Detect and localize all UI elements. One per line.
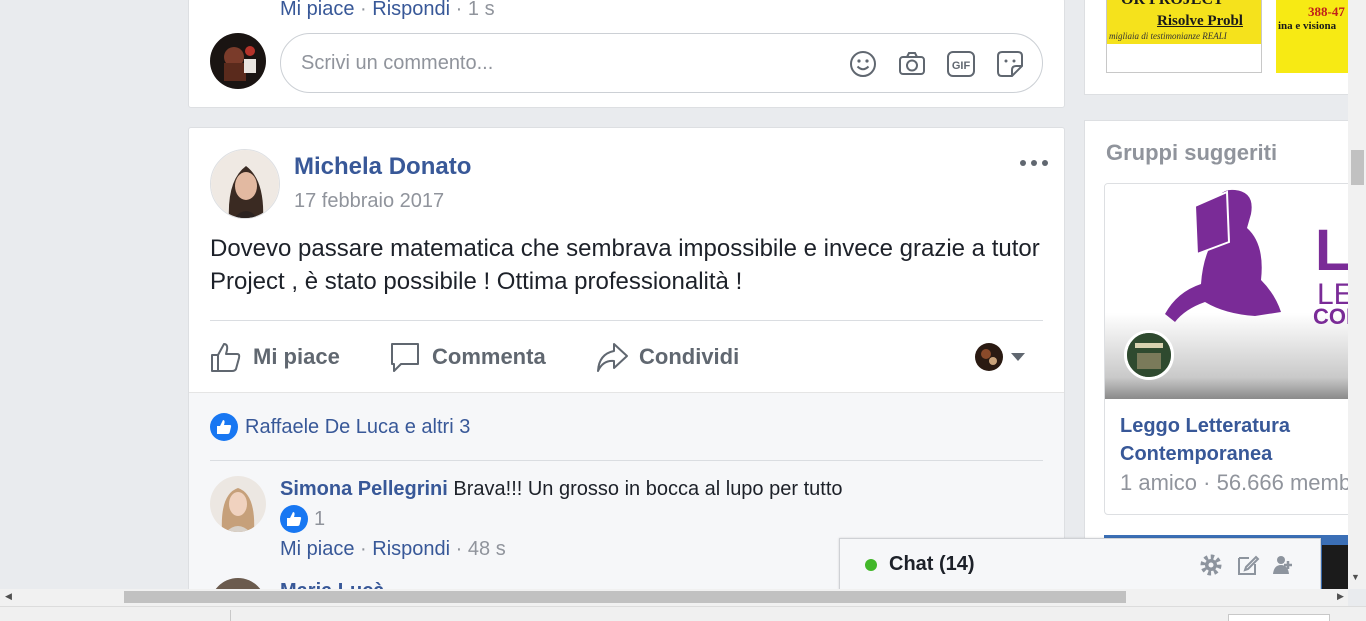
status-bar xyxy=(0,606,1366,621)
group-meta: 1 amico · 56.666 membri xyxy=(1120,470,1350,495)
comment-button[interactable]: Commenta xyxy=(388,338,546,376)
current-user-avatar[interactable] xyxy=(210,33,266,89)
create-group-icon[interactable] xyxy=(1271,552,1297,578)
compose-message-icon[interactable] xyxy=(1235,552,1261,578)
previous-comment-time[interactable]: 1 s xyxy=(468,0,495,20)
status-bar-field xyxy=(1228,614,1330,621)
comment-actions: Mi piace · Rispondi · 48 s xyxy=(280,538,506,561)
previous-comment-like-link[interactable]: Mi piace xyxy=(280,0,354,20)
ad-text: Risolve Probl xyxy=(1157,13,1243,29)
comment-like-count: 1 xyxy=(314,507,326,530)
post-date[interactable]: 17 febbraio 2017 xyxy=(294,190,444,213)
sponsored-ad-image[interactable]: OR PROJECT Risolve Probl migliaia di tes… xyxy=(1106,0,1262,73)
commenter-avatar[interactable] xyxy=(210,476,266,532)
separator: · xyxy=(455,0,463,20)
ad-text: ina e visiona xyxy=(1278,20,1337,32)
gif-icon[interactable]: GIF xyxy=(945,48,977,80)
scroll-down-arrow-icon[interactable]: ▼ xyxy=(1351,572,1360,582)
reactions-summary[interactable]: Raffaele De Luca e altri 3 xyxy=(210,412,470,442)
divider xyxy=(230,610,231,621)
comment-reply-link[interactable]: Rispondi xyxy=(372,538,450,560)
group-logo[interactable] xyxy=(1124,330,1174,380)
next-suggested-group-image xyxy=(1322,545,1348,590)
suggested-groups-title: Gruppi suggeriti xyxy=(1106,140,1278,165)
ad-text: 388-47 xyxy=(1308,4,1345,19)
divider xyxy=(210,460,1043,461)
scroll-right-arrow-icon[interactable]: ▶ xyxy=(1337,591,1344,602)
vertical-scrollbar[interactable] xyxy=(1348,0,1366,589)
separator: · xyxy=(360,0,367,20)
like-button-label: Mi piace xyxy=(253,344,340,369)
comment-button-label: Commenta xyxy=(432,344,546,369)
separator: · xyxy=(360,538,367,560)
separator: · xyxy=(455,538,463,560)
online-status-icon xyxy=(865,559,877,571)
smiley-icon[interactable] xyxy=(847,48,879,80)
previous-comment-actions: Mi piace · Rispondi · 1 s xyxy=(280,0,495,21)
chevron-down-icon xyxy=(1011,353,1025,361)
comment-text: Brava!!! Un grosso in bocca al lupo per … xyxy=(453,478,843,500)
like-button[interactable]: Mi piace xyxy=(209,338,340,376)
vertical-scrollbar-thumb[interactable] xyxy=(1351,150,1364,185)
comment: Simona Pellegrini Brava!!! Un grosso in … xyxy=(280,478,843,501)
reactions-summary-text[interactable]: Raffaele De Luca e altri 3 xyxy=(245,416,470,439)
author-avatar[interactable] xyxy=(210,149,280,219)
horizontal-scrollbar-thumb[interactable] xyxy=(124,591,1126,603)
ad-text: OR PROJECT xyxy=(1121,0,1224,9)
group-name[interactable]: Leggo Letteratura Contemporanea xyxy=(1120,412,1350,468)
like-reaction-icon xyxy=(210,413,238,441)
share-button[interactable]: Condividi xyxy=(595,338,739,376)
like-reaction-icon xyxy=(280,505,308,533)
ad-text: migliaia di testimonianze REALI xyxy=(1109,31,1227,41)
camera-icon[interactable] xyxy=(896,48,928,80)
gear-icon[interactable] xyxy=(1198,552,1224,578)
scroll-left-arrow-icon[interactable]: ◀ xyxy=(5,591,12,602)
sponsored-ad-image[interactable]: 388-47 ina e visiona xyxy=(1276,0,1356,73)
more-options-icon[interactable] xyxy=(1018,150,1050,176)
react-as-selector[interactable] xyxy=(973,340,1033,374)
share-arrow-icon xyxy=(597,343,628,372)
divider xyxy=(210,320,1043,321)
previous-comment-reply-link[interactable]: Rispondi xyxy=(372,0,450,20)
comment-input[interactable] xyxy=(301,48,821,78)
comment-input-box[interactable]: GIF xyxy=(280,33,1043,93)
post-author-name[interactable]: Michela Donato xyxy=(294,153,471,181)
thumbs-up-icon xyxy=(211,343,241,372)
share-button-label: Condividi xyxy=(639,344,740,369)
comment-bubble-icon xyxy=(391,343,419,372)
comment-time[interactable]: 48 s xyxy=(468,538,506,560)
comment-like-link[interactable]: Mi piace xyxy=(280,538,354,560)
post-text: Dovevo passare matematica che sembrava i… xyxy=(210,235,1040,295)
comment-reactions[interactable]: 1 xyxy=(280,505,325,533)
svg-text:GIF: GIF xyxy=(952,60,971,72)
comment-author[interactable]: Simona Pellegrini xyxy=(280,478,448,500)
chat-label[interactable]: Chat (14) xyxy=(889,553,975,576)
sticker-icon[interactable] xyxy=(994,48,1026,80)
